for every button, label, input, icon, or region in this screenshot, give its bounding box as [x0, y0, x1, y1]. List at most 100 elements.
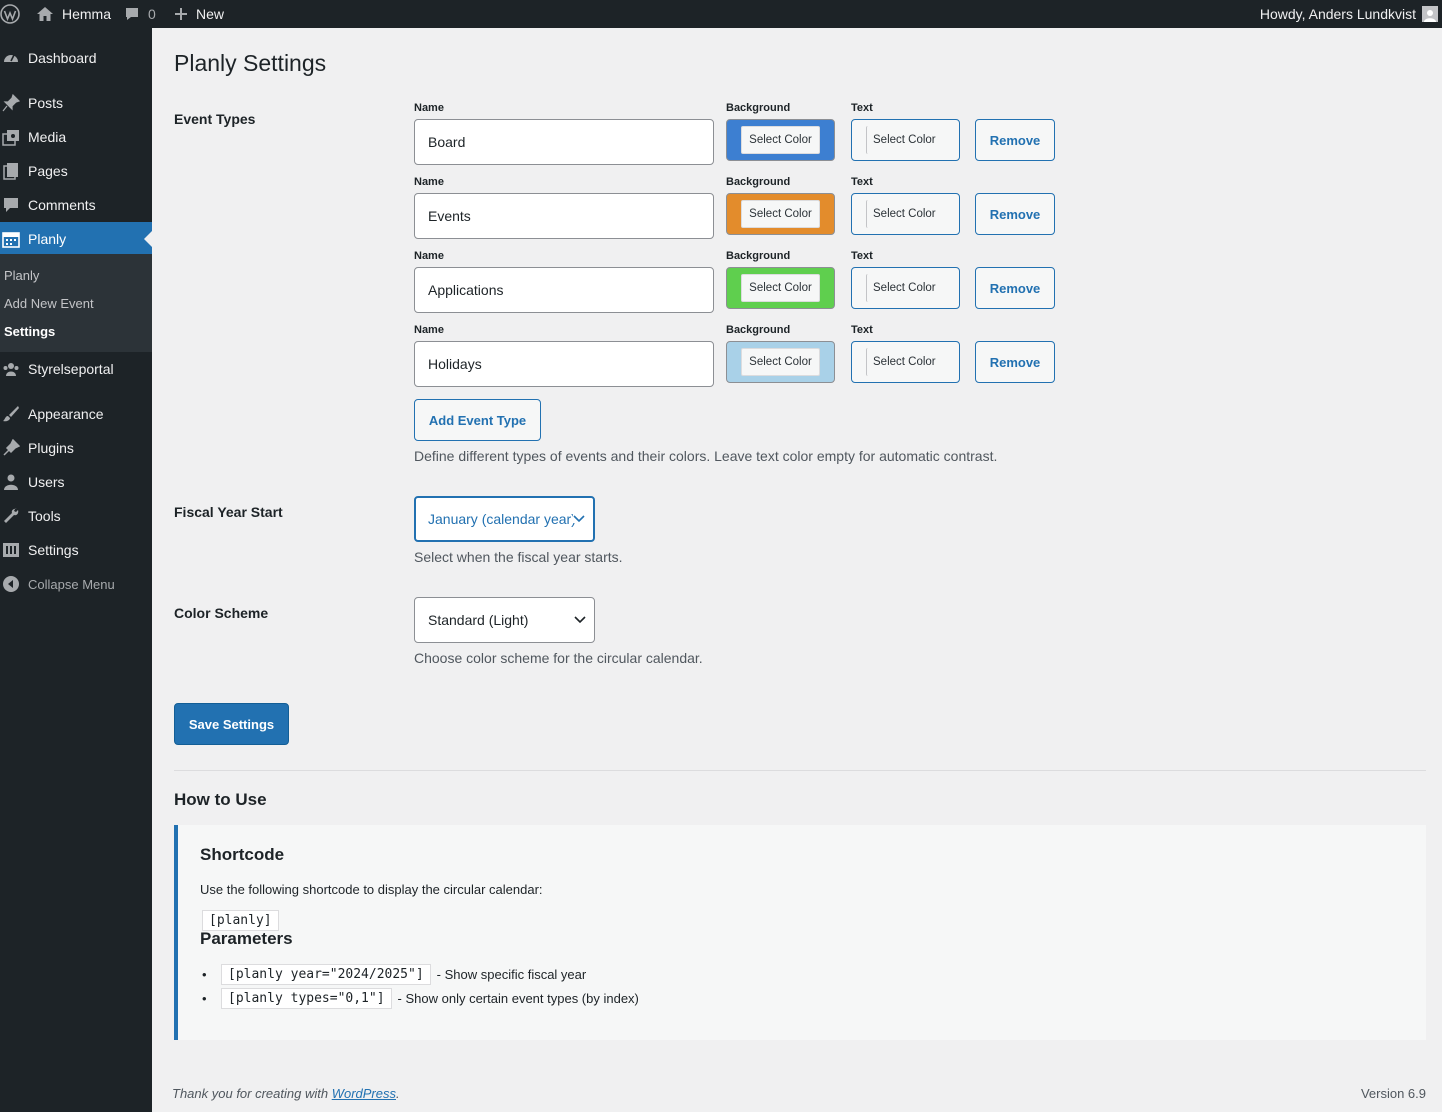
comment-icon [124, 6, 140, 22]
color-scheme-select[interactable]: Standard (Light) [414, 597, 595, 643]
menu-appearance[interactable]: Appearance [0, 397, 152, 431]
name-caption: Name [414, 250, 444, 262]
menu-plugins[interactable]: Plugins [0, 431, 152, 465]
groups-icon [1, 359, 21, 379]
event-type-row: Name Background Text Holidays Select Col… [414, 324, 1114, 398]
site-name-link[interactable]: Hemma [36, 0, 111, 28]
menu-settings[interactable]: Settings [0, 533, 152, 567]
background-color-picker[interactable]: Select Color [726, 267, 835, 309]
fiscal-year-select[interactable]: January (calendar year) [414, 496, 595, 542]
remove-button[interactable]: Remove [975, 193, 1055, 235]
menu-media[interactable]: Media [0, 120, 152, 154]
pin-icon [1, 93, 21, 113]
submenu-planly[interactable]: Planly [4, 268, 39, 283]
select-color-button[interactable]: Select Color [741, 348, 820, 376]
event-type-name-input[interactable]: Events [414, 193, 714, 239]
name-caption: Name [414, 102, 444, 114]
parameters-list: • [planly year="2024/2025"] - Show specifi… [202, 962, 639, 1010]
event-type-row: Name Background Text Board Select Color … [414, 102, 1114, 176]
select-color-button[interactable]: Select Color [741, 200, 820, 228]
home-icon [36, 6, 54, 22]
background-color-picker[interactable]: Select Color [726, 119, 835, 161]
background-color-picker[interactable]: Select Color [726, 193, 835, 235]
submenu-settings[interactable]: Settings [4, 324, 55, 339]
menu-users[interactable]: Users [0, 465, 152, 499]
background-color-picker[interactable]: Select Color [726, 341, 835, 383]
how-to-use-heading: How to Use [174, 790, 267, 809]
menu-dashboard[interactable]: Dashboard [0, 41, 152, 75]
event-type-name-input[interactable]: Holidays [414, 341, 714, 387]
remove-button[interactable]: Remove [975, 341, 1055, 383]
wordpress-link[interactable]: WordPress [332, 1086, 396, 1101]
collapse-menu-button[interactable]: Collapse Menu [0, 567, 152, 601]
footer-suffix: . [396, 1086, 400, 1101]
remove-button[interactable]: Remove [975, 267, 1055, 309]
name-caption: Name [414, 324, 444, 336]
menu-pages[interactable]: Pages [0, 154, 152, 188]
event-types-description: Define different types of events and the… [414, 448, 998, 464]
menu-comments[interactable]: Comments [0, 188, 152, 222]
menu-label: Plugins [28, 440, 74, 456]
my-account-link[interactable]: Howdy, Anders Lundkvist [1260, 0, 1438, 28]
howdy-text: Howdy, Anders Lundkvist [1259, 6, 1416, 22]
menu-label: Pages [28, 163, 68, 179]
color-scheme-label: Color Scheme [174, 605, 269, 621]
select-color-button[interactable]: Select Color [741, 126, 820, 154]
remove-button[interactable]: Remove [975, 119, 1055, 161]
text-caption: Text [851, 324, 873, 336]
wordpress-logo-icon[interactable] [0, 0, 20, 28]
collapse-icon [1, 574, 21, 594]
select-color-button[interactable]: Select Color [741, 274, 820, 302]
text-caption: Text [851, 176, 873, 188]
event-type-row: Name Background Text Events Select Color… [414, 176, 1114, 250]
menu-label: Tools [28, 508, 61, 524]
background-caption: Background [726, 250, 791, 262]
menu-label: Posts [28, 95, 64, 111]
user-icon [1, 472, 21, 492]
fiscal-year-label: Fiscal Year Start [174, 504, 283, 520]
admin-bar: Hemma 0 New Howdy, Anders Lundkvist [0, 0, 1442, 28]
menu-label: Styrelseportal [28, 361, 114, 377]
parameters-heading: Parameters [200, 929, 293, 948]
site-name: Hemma [62, 6, 112, 22]
settings-icon [1, 540, 21, 560]
save-settings-button[interactable]: Save Settings [174, 703, 289, 745]
event-type-name-input[interactable]: Board [414, 119, 714, 165]
color-scheme-value: Standard (Light) [428, 612, 529, 628]
media-icon [1, 127, 21, 147]
menu-planly[interactable]: Planly [0, 222, 152, 256]
submenu-add-new-event[interactable]: Add New Event [4, 296, 94, 311]
add-event-type-button[interactable]: Add Event Type [414, 399, 541, 441]
select-color-button[interactable]: Select Color [866, 200, 946, 228]
list-item: • [planly types="0,1"] - Show only certain… [202, 986, 639, 1010]
new-content-link[interactable]: New [174, 0, 224, 28]
menu-styrelseportal[interactable]: Styrelseportal [0, 352, 152, 386]
text-color-picker[interactable]: Select Color [851, 267, 960, 309]
text-color-picker[interactable]: Select Color [851, 193, 960, 235]
footer-thanks: Thank you for creating with WordPress. [172, 1086, 400, 1101]
divider [174, 770, 1426, 771]
menu-label: Collapse Menu [28, 576, 115, 592]
planly-submenu: Planly Add New Event Settings [0, 254, 152, 352]
text-color-picker[interactable]: Select Color [851, 119, 960, 161]
shortcode-description: Use the following shortcode to display t… [200, 882, 543, 897]
comments-link[interactable]: 0 [124, 0, 156, 28]
shortcode-heading: Shortcode [200, 845, 285, 864]
shortcode-code: [planly] [202, 910, 279, 931]
avatar [1422, 6, 1438, 22]
text-color-picker[interactable]: Select Color [851, 341, 960, 383]
select-color-button[interactable]: Select Color [866, 274, 946, 302]
text-caption: Text [851, 250, 873, 262]
parameter-description: - Show specific fiscal year [436, 966, 587, 982]
event-type-name-input[interactable]: Applications [414, 267, 714, 313]
select-color-button[interactable]: Select Color [866, 126, 946, 154]
menu-tools[interactable]: Tools [0, 499, 152, 533]
footer-thanks-text: Thank you for creating with [172, 1086, 332, 1101]
footer-version: Version 6.9 [1360, 1086, 1426, 1101]
menu-posts[interactable]: Posts [0, 86, 152, 120]
select-color-button[interactable]: Select Color [866, 348, 946, 376]
background-caption: Background [726, 324, 791, 336]
background-caption: Background [726, 176, 791, 188]
menu-label: Appearance [28, 406, 104, 422]
event-type-row: Name Background Text Applications Select… [414, 250, 1114, 324]
